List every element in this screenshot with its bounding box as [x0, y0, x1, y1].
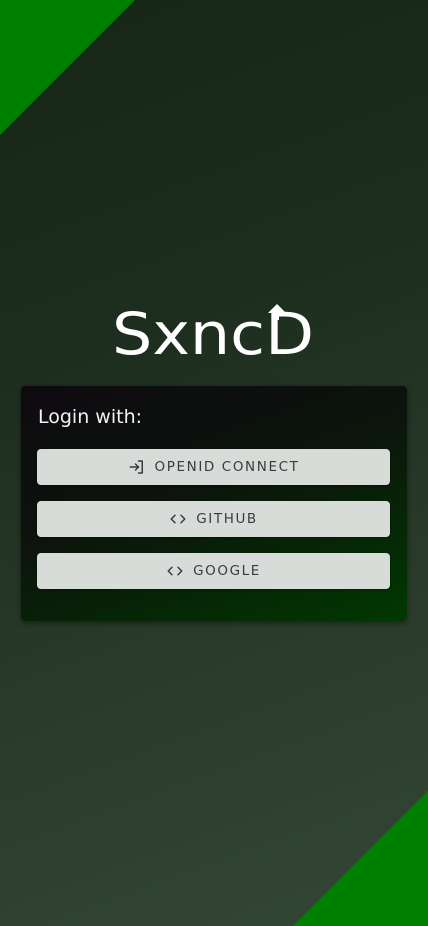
- decorative-corner-bottom-right: [293, 791, 428, 926]
- login-icon: [128, 458, 146, 476]
- openid-connect-label: OPENID CONNECT: [154, 459, 300, 475]
- openid-connect-button[interactable]: OPENID CONNECT: [37, 449, 390, 485]
- login-card: Login with: OPENID CONNECT GITHUB GOOGLE: [21, 386, 407, 621]
- decorative-corner-top-left: [0, 0, 135, 135]
- google-button[interactable]: GOOGLE: [37, 553, 390, 589]
- code-icon: [166, 562, 184, 580]
- login-title: Login with:: [38, 406, 143, 428]
- logo-text: SxncD: [112, 300, 314, 358]
- github-label: GITHUB: [196, 511, 258, 527]
- github-button[interactable]: GITHUB: [37, 501, 390, 537]
- app-logo: SxncD: [112, 300, 316, 358]
- code-icon: [169, 510, 187, 528]
- google-label: GOOGLE: [193, 563, 261, 579]
